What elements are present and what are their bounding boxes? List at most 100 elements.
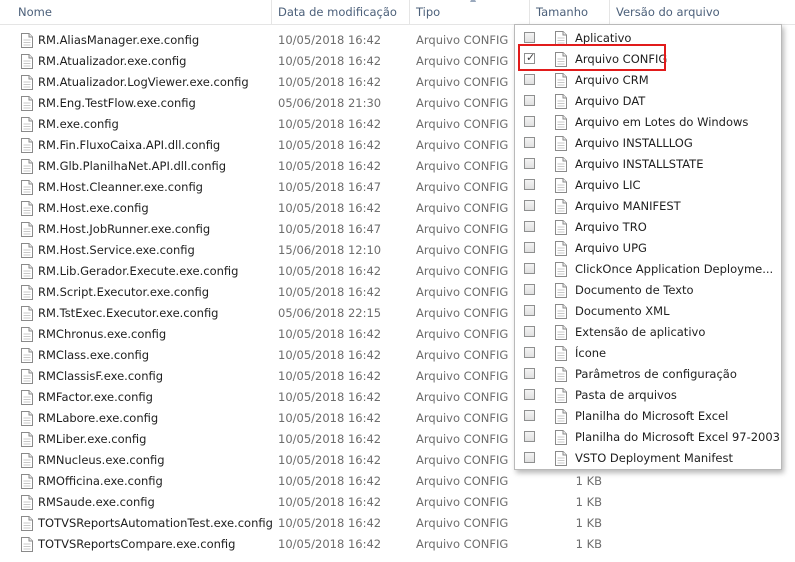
filter-checkbox[interactable] <box>524 389 535 400</box>
filter-option[interactable]: Planilha do Microsoft Excel 97-2003 <box>515 427 781 448</box>
column-name[interactable]: Nome <box>12 0 272 24</box>
filter-checkbox[interactable] <box>524 74 535 85</box>
filter-option[interactable]: Arquivo CRM <box>515 70 781 91</box>
sort-arrow-icon: ▲ <box>470 0 476 3</box>
filter-option-label: Pasta de arquivos <box>575 388 677 402</box>
config-file-icon <box>21 222 33 237</box>
file-row[interactable]: RMSaude.exe.config 10/05/2018 16:42 Arquiv… <box>0 492 795 513</box>
filter-option[interactable]: Arquivo MANIFEST <box>515 196 781 217</box>
file-type: Arquivo CONFIG <box>416 495 509 509</box>
filter-checkbox[interactable] <box>524 95 535 106</box>
file-type: Arquivo CONFIG <box>416 201 509 215</box>
file-type: Arquivo CONFIG <box>416 159 509 173</box>
filter-checkbox[interactable] <box>524 200 535 211</box>
column-version[interactable]: Versão do arquivo <box>610 0 795 24</box>
file-row[interactable]: TOTVSReportsAutomationTest.exe.config 10/… <box>0 513 795 534</box>
filter-option[interactable]: Arquivo DAT <box>515 91 781 112</box>
file-date: 10/05/2018 16:42 <box>278 327 382 341</box>
filter-option[interactable]: Planilha do Microsoft Excel <box>515 406 781 427</box>
filter-option[interactable]: Arquivo UPG <box>515 238 781 259</box>
filter-option-label: Arquivo CRM <box>575 73 649 87</box>
file-type: Arquivo CONFIG <box>416 96 509 110</box>
filter-option[interactable]: ClickOnce Application Deployme... <box>515 259 781 280</box>
file-type: Arquivo CONFIG <box>416 264 509 278</box>
column-date[interactable]: Data de modificação <box>272 0 410 24</box>
filter-option-label: Arquivo em Lotes do Windows <box>575 115 749 129</box>
column-type[interactable]: Tipo <box>410 0 530 24</box>
filter-option-label: Arquivo TRO <box>575 220 647 234</box>
filter-option[interactable]: Arquivo TRO <box>515 217 781 238</box>
file-date: 10/05/2018 16:47 <box>278 180 382 194</box>
file-type: Arquivo CONFIG <box>416 180 509 194</box>
file-type-icon <box>555 220 567 235</box>
filter-option[interactable]: Extensão de aplicativo <box>515 322 781 343</box>
config-file-icon <box>21 285 33 300</box>
filter-option[interactable]: Documento XML <box>515 301 781 322</box>
filter-option-label: ClickOnce Application Deployme... <box>575 262 774 276</box>
filter-checkbox[interactable] <box>524 137 535 148</box>
file-date: 10/05/2018 16:42 <box>278 285 382 299</box>
filter-option-label: Arquivo LIC <box>575 178 641 192</box>
file-name: RMClass.exe.config <box>38 348 150 362</box>
file-type-icon <box>555 157 567 172</box>
filter-option[interactable]: Arquivo INSTALLLOG <box>515 133 781 154</box>
filter-checkbox[interactable] <box>524 221 535 232</box>
filter-option[interactable]: Documento de Texto <box>515 280 781 301</box>
config-file-icon <box>21 495 33 510</box>
filter-option-label: Ícone <box>575 346 607 360</box>
file-date: 10/05/2018 16:42 <box>278 390 382 404</box>
file-type: Arquivo CONFIG <box>416 306 509 320</box>
filter-option[interactable]: Arquivo LIC <box>515 175 781 196</box>
file-name: RM.Host.Cleanner.exe.config <box>38 180 203 194</box>
file-row[interactable]: RMOfficina.exe.config 10/05/2018 16:42 Arq… <box>0 471 795 492</box>
filter-option-label: Parâmetros de configuração <box>575 367 737 381</box>
config-file-icon <box>21 180 33 195</box>
filter-option[interactable]: Arquivo INSTALLSTATE <box>515 154 781 175</box>
filter-option[interactable]: Ícone <box>515 343 781 364</box>
file-name: RM.Fin.FluxoCaixa.API.dll.config <box>38 138 221 152</box>
config-file-icon <box>21 453 33 468</box>
filter-checkbox[interactable] <box>524 242 535 253</box>
filter-checkbox[interactable] <box>524 431 535 442</box>
filter-option[interactable]: Pasta de arquivos <box>515 385 781 406</box>
filter-checkbox[interactable] <box>524 263 535 274</box>
config-file-icon <box>21 369 33 384</box>
config-file-icon <box>21 537 33 552</box>
file-type-icon <box>555 283 567 298</box>
column-size[interactable]: Tamanho <box>530 0 610 24</box>
file-row[interactable]: TOTVSReportsCompare.exe.config 10/05/2018… <box>0 534 795 555</box>
file-type: Arquivo CONFIG <box>416 537 509 551</box>
file-name: RMChronus.exe.config <box>38 327 167 341</box>
file-date: 10/05/2018 16:42 <box>278 474 382 488</box>
file-name: RMLiber.exe.config <box>38 432 147 446</box>
file-type: Arquivo CONFIG <box>416 33 509 47</box>
filter-checkbox[interactable] <box>524 32 535 43</box>
filter-checkbox[interactable] <box>524 305 535 316</box>
filter-option[interactable]: Arquivo em Lotes do Windows <box>515 112 781 133</box>
file-type-icon <box>555 94 567 109</box>
file-date: 10/05/2018 16:42 <box>278 495 382 509</box>
filter-checkbox[interactable] <box>524 410 535 421</box>
filter-option-label: Arquivo INSTALLSTATE <box>575 157 704 171</box>
filter-checkbox[interactable] <box>524 368 535 379</box>
filter-checkbox[interactable] <box>524 347 535 358</box>
config-file-icon <box>21 411 33 426</box>
filter-option[interactable]: VSTO Deployment Manifest <box>515 448 781 469</box>
config-file-icon <box>21 159 33 174</box>
file-type: Arquivo CONFIG <box>416 453 509 467</box>
file-name: RM.Host.JobRunner.exe.config <box>38 222 211 236</box>
file-date: 10/05/2018 16:47 <box>278 222 382 236</box>
config-file-icon <box>21 264 33 279</box>
filter-checkbox[interactable] <box>524 452 535 463</box>
filter-checkbox[interactable] <box>524 284 535 295</box>
filter-checkbox[interactable] <box>524 179 535 190</box>
file-name: RMOfficina.exe.config <box>38 474 163 488</box>
file-type: Arquivo CONFIG <box>416 390 509 404</box>
filter-checkbox[interactable] <box>524 116 535 127</box>
file-date: 05/06/2018 21:30 <box>278 96 382 110</box>
filter-checkbox[interactable] <box>524 326 535 337</box>
filter-option[interactable]: Parâmetros de configuração <box>515 364 781 385</box>
file-date: 10/05/2018 16:42 <box>278 516 382 530</box>
file-type-icon <box>555 388 567 403</box>
filter-checkbox[interactable] <box>524 158 535 169</box>
